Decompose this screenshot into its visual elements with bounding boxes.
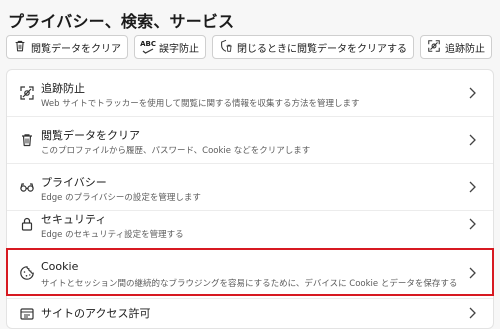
spellcheck-icon: ABC	[140, 39, 156, 54]
setting-site-permissions[interactable]: サイトのアクセス許可	[7, 299, 493, 328]
cookie-icon	[19, 265, 35, 281]
setting-description: サイトとセッション間の継続的なブラウジングを容易にするために、デバイスに Coo…	[41, 279, 458, 289]
clear-on-close-button[interactable]: 閉じるときに閲覧データをクリアする	[212, 35, 414, 59]
chevron-right-icon	[467, 305, 477, 319]
setting-title: Cookie	[41, 260, 79, 273]
setting-title: 追跡防止	[41, 82, 85, 95]
setting-cookie[interactable]: Cookie サイトとセッション間の継続的なブラウジングを容易にするために、デバ…	[7, 250, 493, 296]
setting-title: サイトのアクセス許可	[41, 307, 151, 320]
setting-security[interactable]: セキュリティ Edge のセキュリティ設定を管理する	[7, 201, 493, 247]
glasses-icon	[19, 179, 35, 195]
chevron-right-icon	[467, 216, 477, 230]
setting-title: 閲覧データをクリア	[41, 129, 140, 142]
typo-protection-button[interactable]: ABC 誤字防止	[134, 35, 206, 59]
tracking-prevention-icon	[427, 39, 441, 56]
quick-actions-toolbar: 閲覧データをクリア ABC 誤字防止 閉じるときに閲覧データをクリアする 追跡防…	[6, 34, 492, 60]
tracking-prevention-button[interactable]: 追跡防止	[420, 35, 492, 59]
tracking-prevention-label: 追跡防止	[445, 43, 485, 55]
chevron-right-icon	[467, 179, 477, 193]
setting-description: このプロファイルから履歴、パスワード、Cookie などをクリアします	[41, 146, 311, 156]
chevron-right-icon	[467, 265, 477, 279]
tracking-prevention-icon	[19, 85, 35, 101]
setting-clear-browsing-data[interactable]: 閲覧データをクリア このプロファイルから履歴、パスワード、Cookie などをク…	[7, 117, 493, 163]
setting-description: Web サイトでトラッカーを使用して閲覧に関する情報を収集する方法を管理します	[41, 99, 360, 109]
trash-icon	[19, 132, 35, 148]
setting-title: セキュリティ	[41, 213, 107, 226]
lock-icon	[19, 216, 35, 232]
chevron-right-icon	[467, 132, 477, 146]
trash-icon	[13, 39, 27, 56]
page-title: プライバシー、検索、サービス	[8, 12, 235, 31]
setting-title: プライバシー	[41, 176, 107, 189]
clear-on-close-label: 閉じるときに閲覧データをクリアする	[237, 43, 407, 55]
typo-protection-label: 誤字防止	[159, 43, 199, 55]
shield-trash-icon	[219, 39, 233, 56]
setting-tracking-prevention[interactable]: 追跡防止 Web サイトでトラッカーを使用して閲覧に関する情報を収集する方法を管…	[7, 70, 493, 116]
settings-card: 追跡防止 Web サイトでトラッカーを使用して閲覧に関する情報を収集する方法を管…	[6, 69, 494, 329]
chevron-right-icon	[467, 85, 477, 99]
clear-browsing-data-label: 閲覧データをクリア	[31, 43, 121, 55]
site-permissions-icon	[19, 306, 35, 322]
spellcheck-icon-text: ABC	[140, 39, 156, 48]
setting-description: Edge のセキュリティ設定を管理する	[41, 230, 184, 240]
clear-browsing-data-button[interactable]: 閲覧データをクリア	[6, 35, 128, 59]
